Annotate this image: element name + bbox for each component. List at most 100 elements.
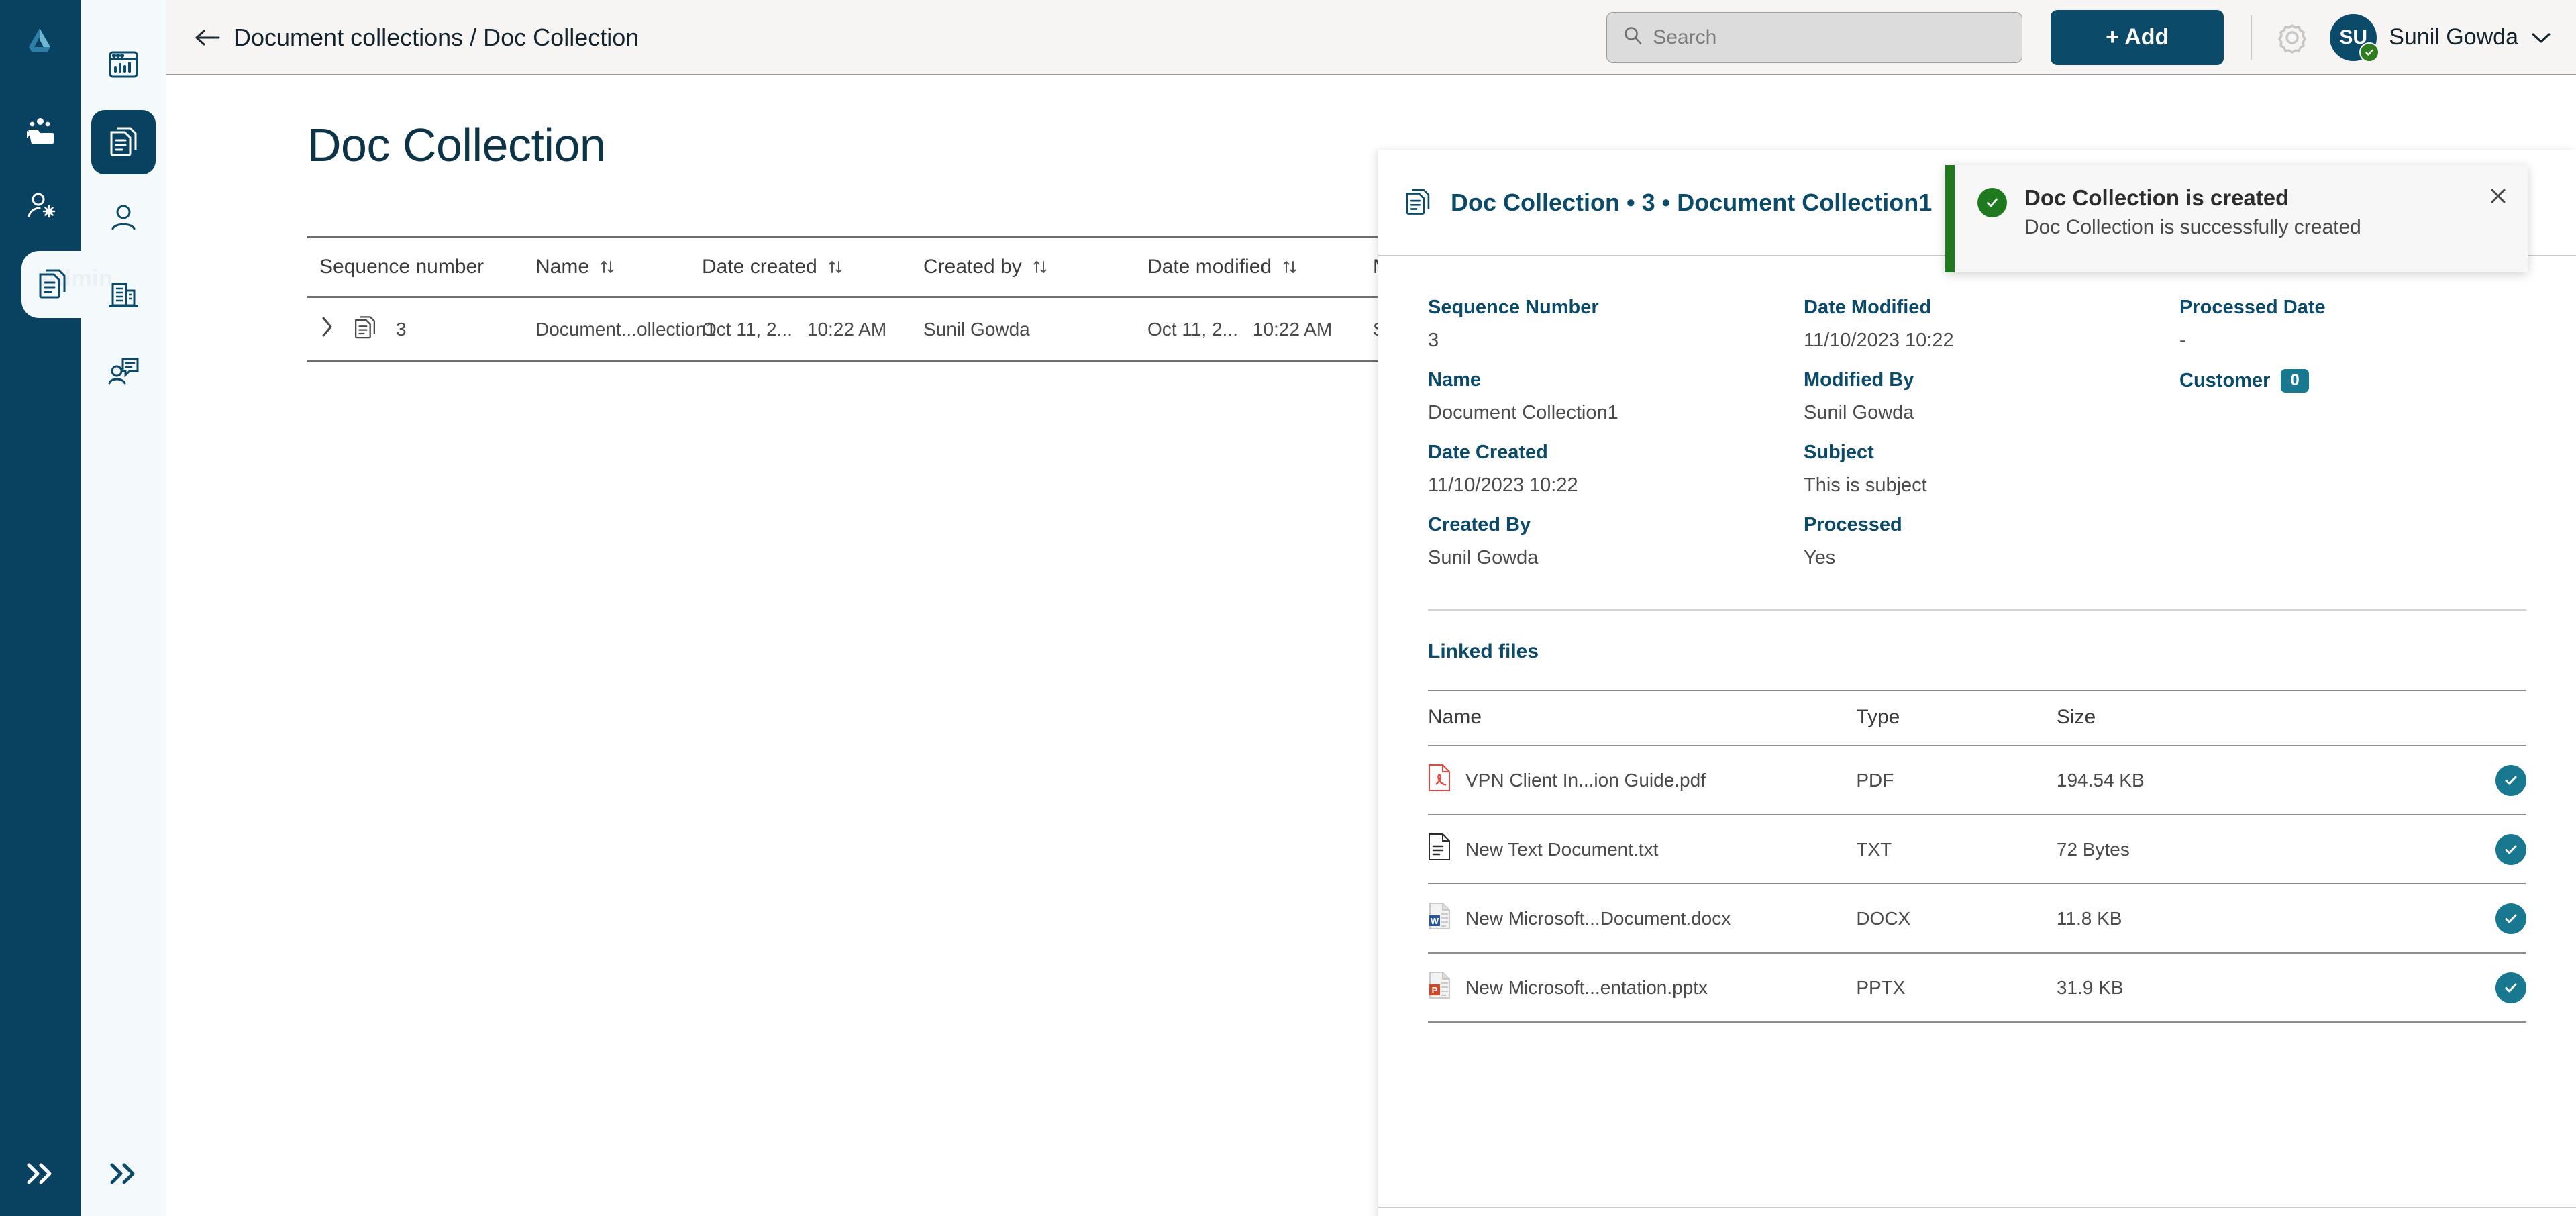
meta-label: Modified By (1804, 369, 1914, 391)
cell-date-modified: Oct 11, 2... 10:22 AM (1147, 319, 1373, 340)
cell-date-created: Oct 11, 2... 10:22 AM (702, 319, 923, 340)
top-bar: Document collections / Doc Collection + … (166, 0, 2576, 75)
meta-value: Yes (1804, 547, 1836, 568)
topbar-right-group: + Add SU Sunil Gowda (1606, 9, 2552, 65)
sidebar-item-user-settings[interactable] (19, 184, 62, 227)
meta-field-processed-date: Processed Date - (2179, 297, 2526, 352)
dashboard-chart-icon (107, 49, 140, 83)
toast-text-group: Doc Collection is created Doc Collection… (2024, 185, 2361, 239)
customer-count-badge: 0 (2281, 369, 2309, 393)
chevron-right-icon[interactable] (319, 315, 334, 343)
file-name-cell: New Text Document.txt (1428, 815, 1857, 884)
column-header-date-created[interactable]: Date created (702, 256, 923, 278)
detail-panel: Doc Collection • 3 • Document Collection… (1378, 150, 2576, 1216)
meta-label: Name (1428, 369, 1481, 391)
file-name: New Microsoft...entation.pptx (1465, 976, 1708, 998)
sidebar-item-person[interactable] (91, 187, 156, 251)
documents-icon (352, 313, 378, 345)
column-header-file-size: Size (2056, 690, 2444, 746)
sidebar-item-dashboard[interactable] (91, 34, 156, 98)
cell-date-created-time: 10:22 AM (807, 318, 887, 340)
meta-field-date-created: Date Created 11/10/2023 10:22 (1428, 442, 1804, 497)
file-type: TXT (1856, 815, 2057, 884)
meta-value: - (2179, 330, 2186, 351)
avatar[interactable]: SU (2330, 13, 2380, 62)
linked-file-row[interactable]: New Text Document.txt TXT 72 Bytes (1428, 815, 2526, 884)
file-type: PPTX (1856, 953, 2057, 1023)
file-name: New Microsoft...Document.docx (1465, 907, 1731, 929)
txt-file-icon (1428, 833, 1451, 866)
search-input[interactable] (1653, 26, 2008, 49)
linked-file-row[interactable]: VPN Client In...ion Guide.pdf PDF 194.54… (1428, 746, 2526, 815)
column-label: Date modified (1147, 256, 1272, 278)
meta-field-subject: Subject This is subject (1804, 442, 2179, 497)
collapse-light-rail-button[interactable] (81, 1134, 166, 1216)
sidebar-item-admin[interactable]: Admin (21, 251, 113, 318)
detail-panel-title: Doc Collection • 3 • Document Collection… (1451, 189, 1933, 216)
meta-field-spacer-2 (2179, 514, 2526, 569)
collapse-dark-rail-button[interactable] (0, 1134, 81, 1216)
main-area: Document collections / Doc Collection + … (166, 0, 2576, 1216)
linked-file-row[interactable]: W New Microsoft...Document.docx DOCX 11.… (1428, 884, 2526, 954)
file-size: 31.9 KB (2056, 953, 2444, 1023)
meta-label: Customer 0 (2179, 369, 2526, 393)
sort-icon[interactable] (827, 258, 844, 276)
breadcrumb[interactable]: Document collections / Doc Collection (234, 23, 639, 52)
file-name-cell: W New Microsoft...Document.docx (1428, 884, 1857, 954)
linked-files-title: Linked files (1428, 640, 1539, 662)
meta-field-date-modified: Date Modified 11/10/2023 10:22 (1804, 297, 2179, 352)
meta-value: 11/10/2023 10:22 (1804, 330, 1954, 351)
toast-title: Doc Collection is created (2024, 185, 2289, 210)
linked-files-table: Name Type Size VPN Client In...ion Guide… (1428, 690, 2526, 1023)
search-icon (1622, 25, 1643, 50)
column-header-name[interactable]: Name (535, 256, 702, 278)
section-divider (1428, 609, 2526, 611)
sort-icon[interactable] (1281, 258, 1298, 276)
meta-field-sequence-number: Sequence Number 3 (1428, 297, 1804, 352)
meta-value: 11/10/2023 10:22 (1428, 474, 1578, 496)
close-icon[interactable] (2487, 185, 2509, 207)
meta-value: Sunil Gowda (1428, 547, 1539, 568)
toolbar-divider (2251, 15, 2253, 60)
meta-label: Date Created (1428, 442, 1548, 463)
sidebar-item-documents[interactable] (91, 110, 156, 174)
double-chevron-right-icon (105, 1160, 142, 1190)
meta-field-processed: Processed Yes (1804, 514, 2179, 569)
column-header-created-by[interactable]: Created by (923, 256, 1147, 278)
sidebar-item-contacts[interactable] (91, 340, 156, 404)
cloud-logo-icon[interactable] (19, 19, 62, 62)
column-header-file-type: Type (1856, 690, 2057, 746)
meta-value: This is subject (1804, 474, 1927, 496)
add-button[interactable]: + Add (2051, 9, 2224, 65)
app-root: Admin Document collections / Doc Collect… (0, 0, 2576, 1216)
check-circle-icon (2495, 764, 2526, 796)
column-header-date-modified[interactable]: Date modified (1147, 256, 1373, 278)
detail-panel-body: Sequence Number 3 Date Modified 11/10/20… (1378, 256, 2576, 1207)
check-circle-icon (2495, 903, 2526, 934)
search-box[interactable] (1606, 11, 2023, 63)
file-status (2443, 815, 2526, 884)
column-label: Name (535, 256, 590, 278)
back-arrow-icon[interactable] (192, 22, 223, 53)
cell-date-modified-time: 10:22 AM (1252, 318, 1333, 340)
svg-text:P: P (1432, 985, 1438, 995)
file-name-cell: VPN Client In...ion Guide.pdf (1428, 746, 1857, 815)
file-type: PDF (1856, 746, 2057, 815)
sort-icon[interactable] (1031, 258, 1049, 276)
double-chevron-right-icon (22, 1160, 58, 1190)
sidebar-item-collections[interactable] (19, 110, 62, 153)
chevron-down-icon[interactable] (2530, 30, 2552, 45)
primary-nav-rail: Admin (0, 0, 113, 1216)
documents-icon (1402, 186, 1433, 220)
documents-icon (106, 123, 141, 162)
meta-field-name: Name Document Collection1 (1428, 369, 1804, 424)
linked-file-row[interactable]: P New Microsoft...entation.pptx PPTX 31.… (1428, 953, 2526, 1023)
sort-icon[interactable] (599, 258, 616, 276)
column-header-sequence[interactable]: Sequence number (307, 256, 535, 278)
pptx-file-icon: P (1428, 971, 1451, 1004)
meta-label: Sequence Number (1428, 297, 1599, 318)
content-area: Doc Collection Sequence number Name Date… (166, 75, 2576, 1216)
meta-value: Sunil Gowda (1804, 402, 1914, 423)
gear-icon[interactable] (2275, 20, 2310, 55)
user-name[interactable]: Sunil Gowda (2389, 24, 2518, 50)
